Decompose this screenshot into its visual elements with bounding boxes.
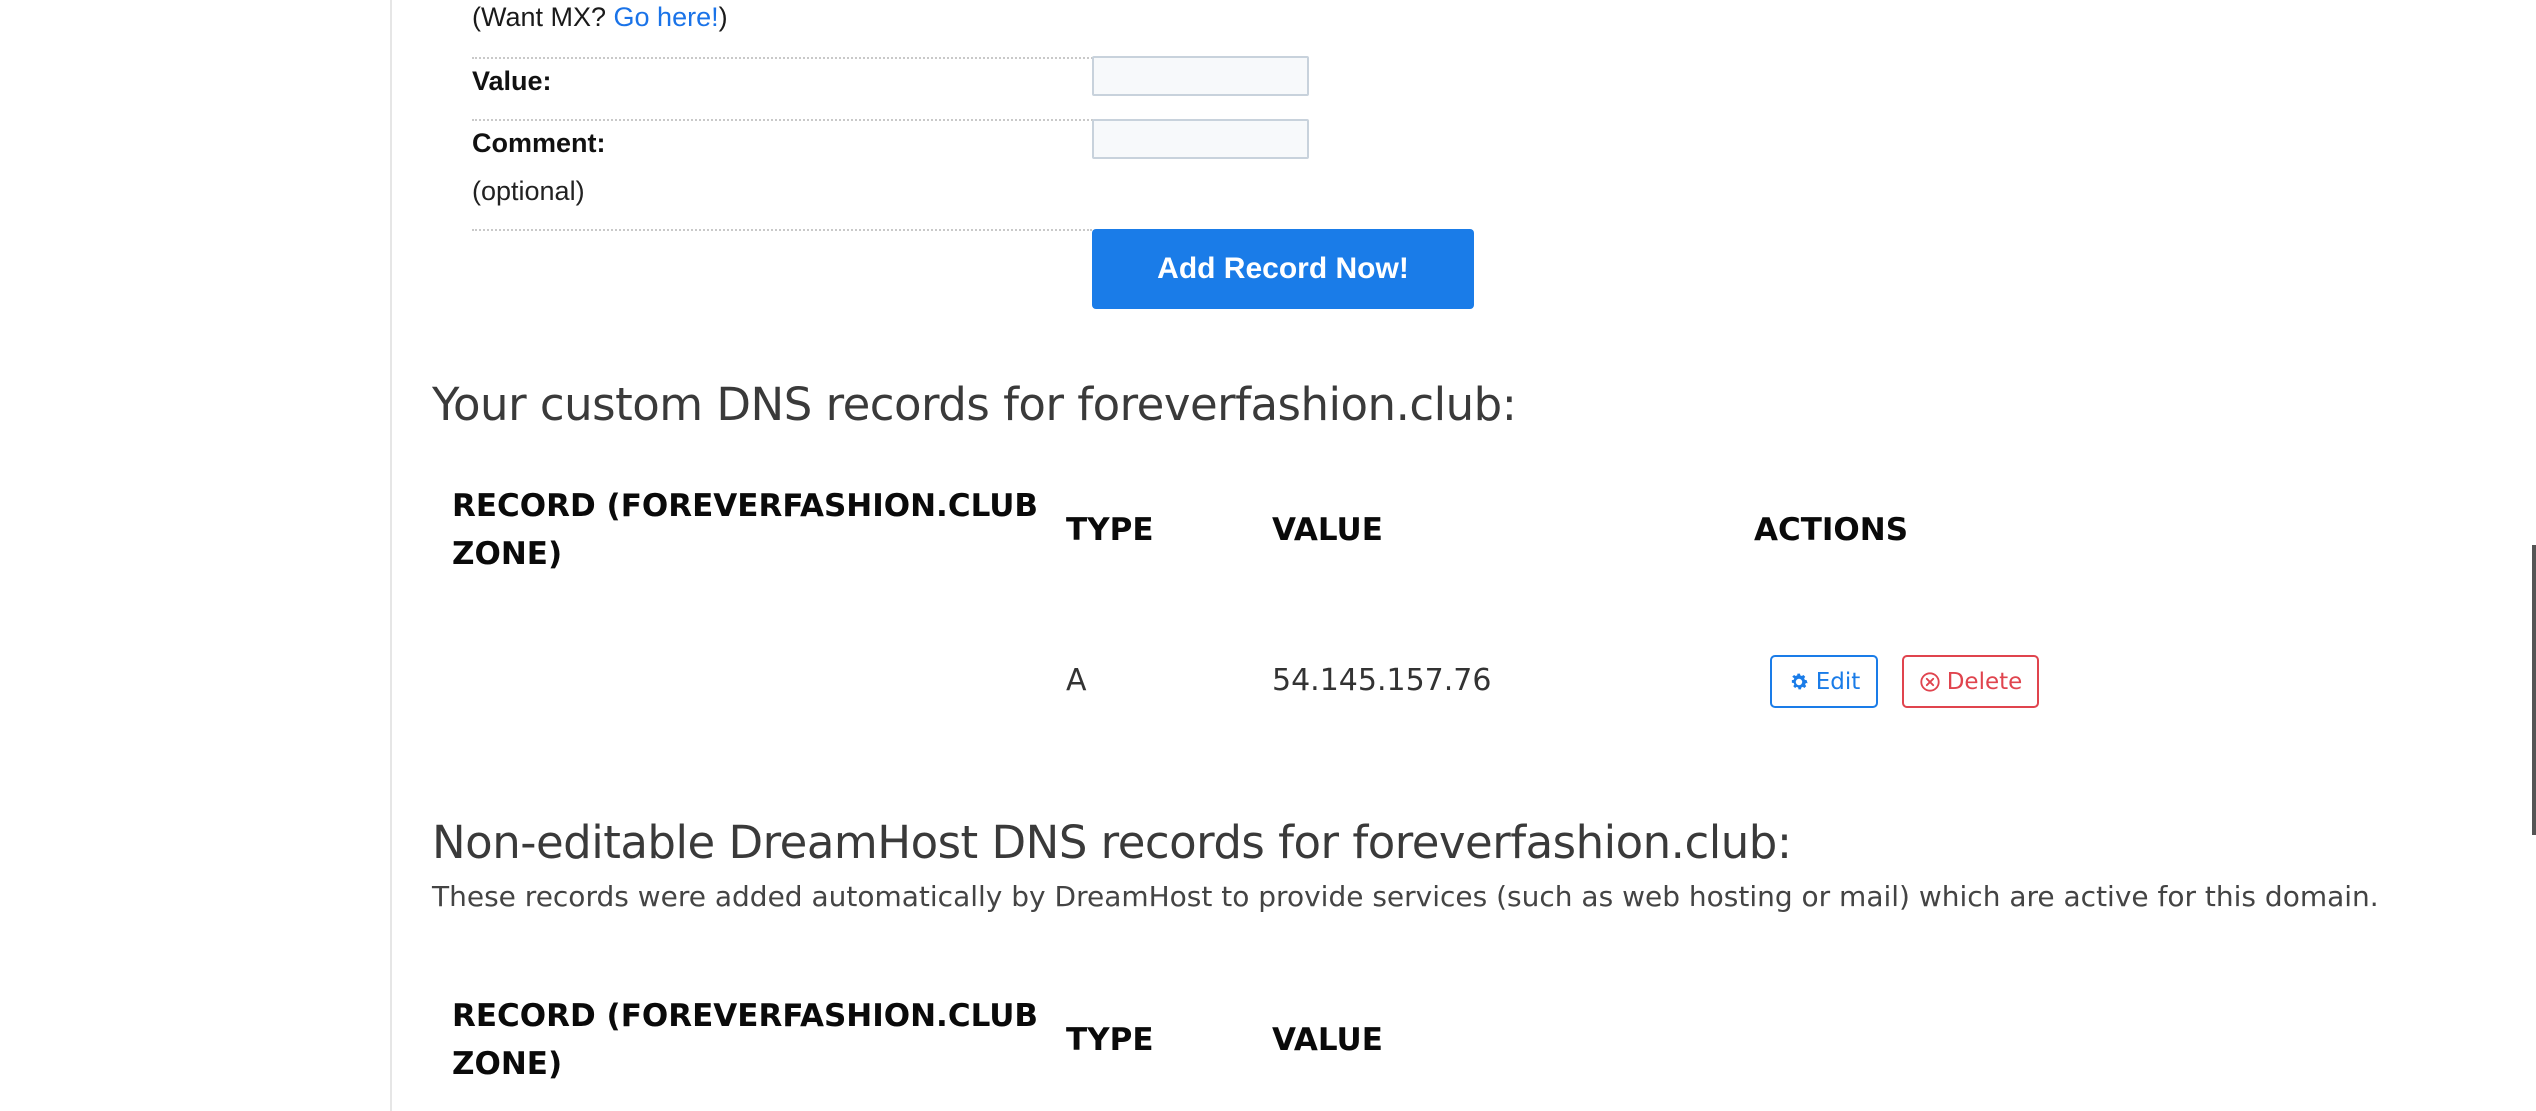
column-header-type: TYPE <box>1066 512 1154 548</box>
dreamhost-records-description: These records were added automatically b… <box>432 880 2379 913</box>
edit-button-label: Edit <box>1815 668 1861 695</box>
record-type-cell: A <box>1066 663 1087 698</box>
form-divider <box>472 229 1092 231</box>
dreamhost-records-heading: Non-editable DreamHost DNS records for f… <box>432 816 1792 869</box>
column-header-type: TYPE <box>1066 1022 1154 1058</box>
column-header-record-line1: RECORD (FOREVERFASHION.CLUB <box>452 488 1039 524</box>
column-header-record: RECORD (FOREVERFASHION.CLUB ZONE) <box>452 482 1038 578</box>
mx-hint: (Want MX? Go here!) <box>472 2 728 33</box>
column-header-value: VALUE <box>1272 512 1383 548</box>
comment-input[interactable] <box>1092 119 1309 159</box>
gear-icon <box>1788 671 1810 693</box>
column-header-record-line2: ZONE) <box>452 1046 563 1082</box>
comment-optional-note: (optional) <box>472 176 585 206</box>
mx-go-here-link[interactable]: Go here! <box>614 2 719 32</box>
column-header-value: VALUE <box>1272 1022 1383 1058</box>
column-header-record-line2: ZONE) <box>452 536 563 572</box>
form-divider <box>472 57 1112 59</box>
left-divider <box>390 0 392 1111</box>
dns-page: (Want MX? Go here!) Value: Comment: (opt… <box>0 0 2536 1111</box>
custom-records-heading: Your custom DNS records for foreverfashi… <box>432 378 1517 431</box>
scrollbar-thumb[interactable] <box>2532 545 2536 835</box>
delete-button-label: Delete <box>1946 668 2023 695</box>
circle-x-icon <box>1919 671 1941 693</box>
mx-hint-suffix: ) <box>718 2 728 32</box>
edit-record-button[interactable]: Edit <box>1770 655 1878 708</box>
column-header-record-line1: RECORD (FOREVERFASHION.CLUB <box>452 998 1039 1034</box>
value-label: Value: <box>472 66 552 96</box>
add-record-button[interactable]: Add Record Now! <box>1092 229 1474 309</box>
column-header-actions: ACTIONS <box>1754 512 1909 548</box>
form-divider <box>472 119 1112 121</box>
value-input[interactable] <box>1092 56 1309 96</box>
record-value-cell: 54.145.157.76 <box>1272 663 1492 698</box>
column-header-record: RECORD (FOREVERFASHION.CLUB ZONE) <box>452 992 1038 1088</box>
mx-hint-prefix: (Want MX? <box>472 2 614 32</box>
comment-label: Comment: <box>472 128 606 158</box>
delete-record-button[interactable]: Delete <box>1902 655 2039 708</box>
